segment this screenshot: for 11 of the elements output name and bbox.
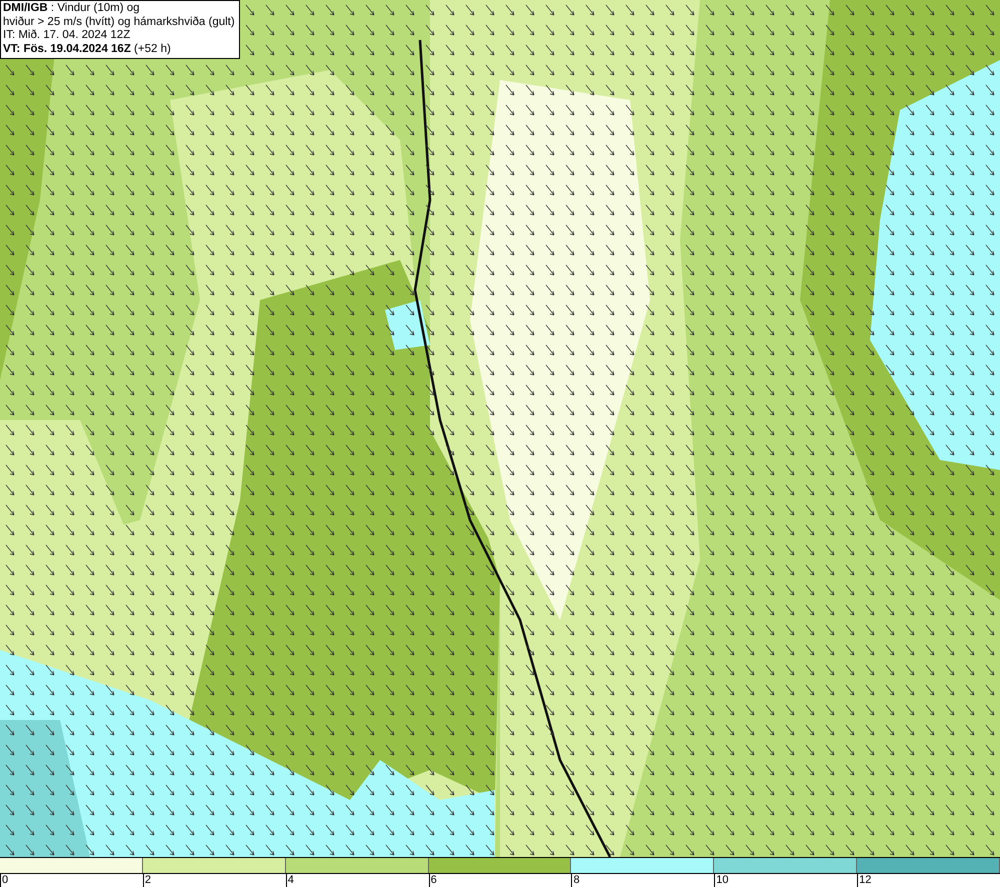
legend-label: 0 [2,874,8,886]
info-text: VT: Fös. 19.04.2024 16Z (+52 h) [3,42,172,56]
legend-label: 2 [144,874,151,886]
legend-label: 12 [859,874,872,886]
legend-label: 4 [288,874,294,886]
legend-label: 10 [716,874,729,886]
info-text: DMI/IGB : Vindur (10m) og [3,2,141,16]
info-text: IT: Mið. 17. 04. 2024 12Z [3,29,132,42]
info-text: hviður > 25 m/s (hvítt) og hámarkshviða (gult) [3,16,235,29]
legend-label: 8 [573,874,580,886]
legend-label: 6 [430,874,437,886]
